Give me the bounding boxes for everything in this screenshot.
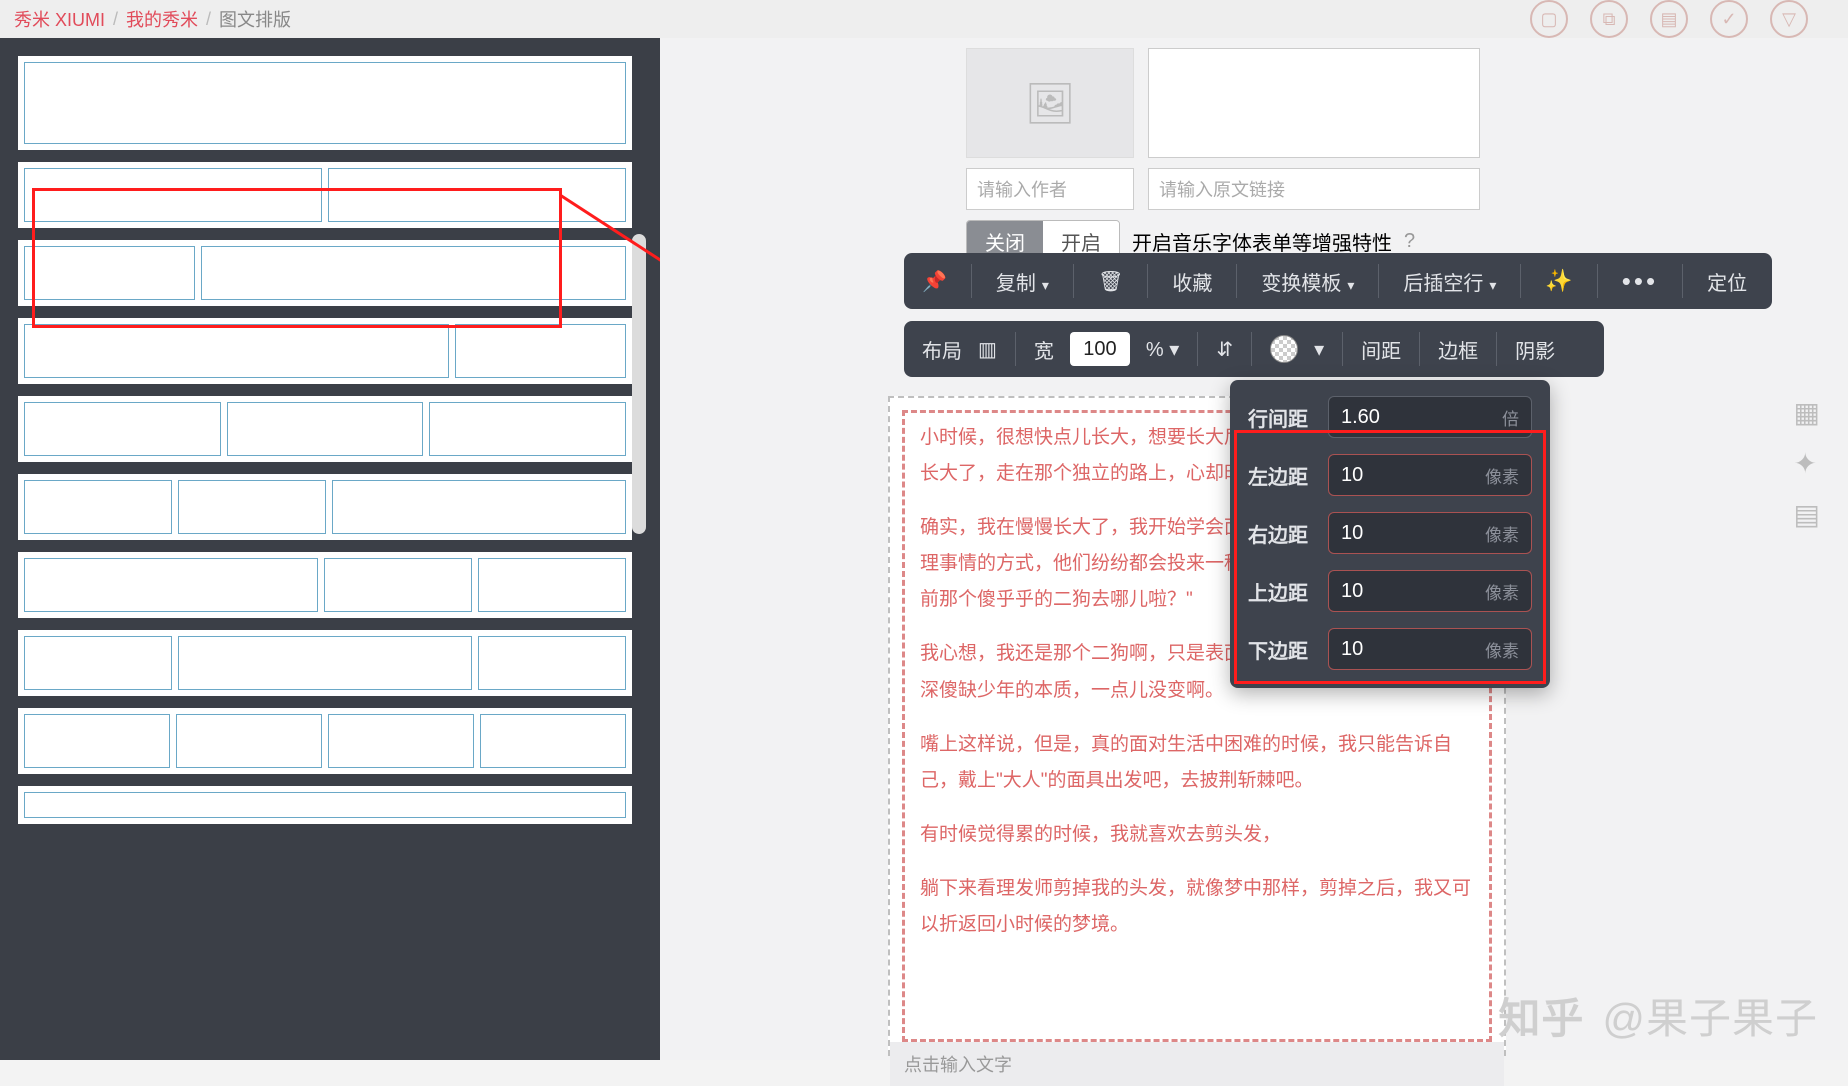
thumb-1-2[interactable] [18,240,632,306]
sparkle-icon[interactable]: ✦ [1794,447,1820,480]
more-icon[interactable]: ••• [1622,266,1658,297]
swap-template-button[interactable]: 变换模板 [1261,267,1354,296]
paragraph[interactable]: 躺下来看理发师剪掉我的头发，就像梦中那样，剪掉之后，我又可以折返回小时候的梦境。 [920,871,1474,943]
thumb-4col[interactable] [18,708,632,774]
columns-icon[interactable]: ▥ [978,337,997,362]
bgcolor-dropdown-icon[interactable]: ▾ [1314,337,1324,362]
spacing-button[interactable]: 间距 [1361,335,1401,364]
stats-icon[interactable]: ▤ [1794,498,1820,531]
shadow-button[interactable]: 阴影 [1515,335,1555,364]
crumb-site[interactable]: 秀米 XIUMI [14,6,105,32]
left-panel: 标题 卡片 图片 布局 SVG 组件 热门 主题色 推荐模板 最近使用 样刊模板… [0,38,660,1060]
block-toolbar: 📌 复制 🗑 收藏 变换模板 后插空行 ✨ ••• 定位 [904,253,1772,309]
thumb-2-1-1[interactable] [18,552,632,618]
copy-button[interactable]: 复制 [996,267,1049,296]
cover-image-placeholder[interactable]: 🖼 [966,48,1134,158]
enhance-label: 开启音乐字体表单等增强特性 [1132,227,1392,256]
bgcolor-swatch-icon[interactable] [1270,335,1298,363]
author-input[interactable]: 请输入作者 [966,168,1134,210]
editor-canvas: 🖼 请输入作者 请输入原文链接 关闭 开启 开启音乐字体表单等增强特性 ? 📌 … [660,38,1848,1060]
paragraph[interactable]: 嘴上这样说，但是，真的面对生活中困难的时候，我只能告诉自己，戴上"大人"的面具出… [920,727,1474,799]
thumb-1col[interactable] [18,56,632,150]
title-input[interactable] [1148,48,1480,158]
width-label: 宽 [1034,335,1054,364]
margin-right-label: 右边距 [1248,519,1314,548]
watermark: 知乎@果子果子 [1498,985,1818,1046]
margin-left-input[interactable]: 10像素 [1328,454,1532,496]
layout-thumbnails [0,38,660,1060]
spacing-popover: 行间距 1.60倍 左边距 10像素 右边距 10像素 上边距 10像素 下边距 [1230,380,1550,688]
margin-bottom-label: 下边距 [1248,635,1314,664]
thumb-2-1[interactable] [18,318,632,384]
pin-icon[interactable]: 📌 [922,269,947,294]
crumb-mine[interactable]: 我的秀米 [126,6,198,32]
grid-icon[interactable]: ▦ [1794,396,1820,429]
margin-top-input[interactable]: 10像素 [1328,570,1532,612]
paragraph[interactable]: 有时候觉得累的时候，我就喜欢去剪头发， [920,817,1474,853]
margin-right-input[interactable]: 10像素 [1328,512,1532,554]
thumb-3col[interactable] [18,396,632,462]
width-input[interactable]: 100 [1070,332,1130,366]
source-link-input[interactable]: 请输入原文链接 [1148,168,1480,210]
border-button[interactable]: 边框 [1438,335,1478,364]
layout-label: 布局 [922,335,962,364]
down-icon[interactable]: ▽ [1770,0,1808,38]
line-spacing-label: 行间距 [1248,403,1314,432]
width-unit[interactable]: % ▾ [1146,337,1179,362]
line-spacing-input[interactable]: 1.60倍 [1328,396,1532,438]
meta-row: 🖼 [966,48,1480,158]
delete-icon[interactable]: 🗑 [1098,269,1123,294]
folder-icon[interactable]: ▢ [1530,0,1568,38]
margin-top-label: 上边距 [1248,577,1314,606]
margin-bottom-input[interactable]: 10像素 [1328,628,1532,670]
magic-icon[interactable]: ✨ [1545,268,1572,294]
check-icon[interactable]: ✓ [1710,0,1748,38]
thumbs-scrollbar[interactable] [632,234,646,534]
footer-text-input[interactable]: 点击输入文字 [890,1042,1504,1086]
align-icon[interactable]: ⇵ [1216,337,1233,362]
favorite-button[interactable]: 收藏 [1172,267,1212,296]
right-gutter-icons: ▦ ✦ ▤ [1794,396,1820,531]
thumb-1-2-1[interactable] [18,630,632,696]
crumb-page: 图文排版 [219,6,291,32]
layout-toolbar: 布局 ▥ 宽 100 % ▾ ⇵ ▾ 间距 边框 阴影 [904,321,1604,377]
save-icon[interactable]: ▤ [1650,0,1688,38]
margin-left-label: 左边距 [1248,461,1314,490]
thumb-1-1-2[interactable] [18,474,632,540]
top-actions: ▢ ⧉ ▤ ✓ ▽ [1530,0,1808,38]
thumb-thin[interactable] [18,786,632,824]
help-icon[interactable]: ? [1404,230,1415,253]
thumb-2col[interactable] [18,162,632,228]
locate-button[interactable]: 定位 [1707,267,1747,296]
insert-blank-button[interactable]: 后插空行 [1403,267,1496,296]
copy-icon[interactable]: ⧉ [1590,0,1628,38]
